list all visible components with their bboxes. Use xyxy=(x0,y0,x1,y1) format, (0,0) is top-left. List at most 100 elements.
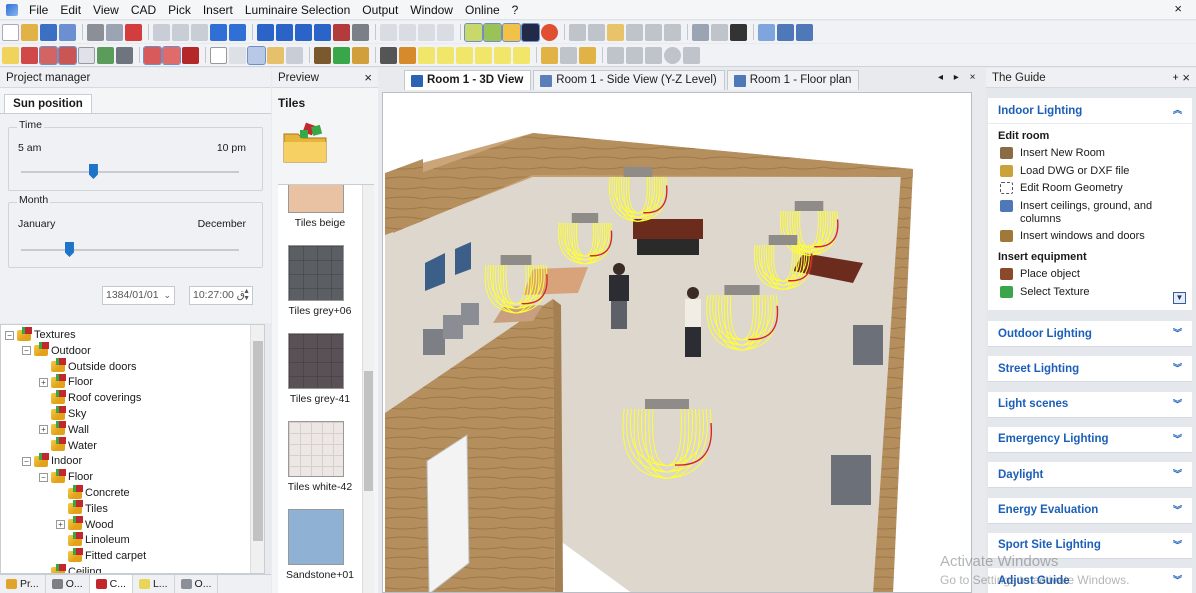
save-as-icon[interactable] xyxy=(59,23,76,41)
tab-side-view[interactable]: Room 1 - Side View (Y-Z Level) xyxy=(533,70,725,90)
expand-icon[interactable]: ︾ xyxy=(1171,574,1184,587)
tree-item[interactable]: Water xyxy=(39,437,97,454)
guide-section[interactable]: Emergency Lighting ︾ xyxy=(988,426,1192,453)
tool-icon[interactable] xyxy=(437,23,454,41)
magnet2-icon[interactable] xyxy=(162,45,181,65)
menu-pick[interactable]: Pick xyxy=(163,0,198,20)
close-icon[interactable]: × xyxy=(364,68,372,88)
link-place-object[interactable]: Place object xyxy=(1000,268,1180,281)
print-icon[interactable] xyxy=(87,23,104,41)
expand-icon[interactable]: + xyxy=(39,377,48,387)
tree-item[interactable]: Ceiling xyxy=(39,563,102,573)
object-icon[interactable] xyxy=(380,46,397,64)
tree-item[interactable]: − Textures xyxy=(5,326,76,343)
luminaire-icon[interactable] xyxy=(483,22,502,42)
texture-swatch[interactable] xyxy=(288,509,344,565)
light-3-icon[interactable] xyxy=(456,46,473,64)
magnet-icon[interactable] xyxy=(143,45,162,65)
guide-section[interactable]: Daylight ︾ xyxy=(988,462,1192,489)
tab-output[interactable]: O... xyxy=(175,575,219,593)
line-icon[interactable] xyxy=(607,46,624,64)
walk-icon[interactable] xyxy=(286,46,303,64)
light-5-icon[interactable] xyxy=(494,46,511,64)
render-icon[interactable] xyxy=(521,22,540,42)
new-file-icon[interactable] xyxy=(2,23,19,41)
room-3d-render[interactable] xyxy=(383,93,972,593)
grid-icon[interactable] xyxy=(645,23,662,41)
link-edit-room-geometry[interactable]: Edit Room Geometry xyxy=(1000,182,1180,195)
layout-icon[interactable] xyxy=(758,23,775,41)
tab-objects[interactable]: O... xyxy=(46,575,90,593)
scroll-thumb[interactable] xyxy=(253,341,263,541)
view-nav-arrows[interactable]: ◂ ▸ × xyxy=(938,72,979,83)
expand-icon[interactable]: ︾ xyxy=(1171,327,1184,340)
raytrace-icon[interactable] xyxy=(541,23,558,41)
texture-icon[interactable] xyxy=(314,46,331,64)
texture-swatch[interactable] xyxy=(288,333,344,389)
tree-item[interactable]: Roof coverings xyxy=(39,389,141,406)
snap-point-icon[interactable] xyxy=(21,46,38,64)
grid-calc3-icon[interactable] xyxy=(579,46,596,64)
close-icon[interactable]: × xyxy=(1174,1,1182,16)
room-polygon-icon[interactable] xyxy=(295,23,312,41)
expand-icon[interactable]: ︾ xyxy=(1171,362,1184,375)
tree-scrollbar[interactable] xyxy=(250,325,264,573)
menu-file[interactable]: File xyxy=(24,0,55,20)
menu-cad[interactable]: CAD xyxy=(126,0,163,20)
collapse-icon[interactable]: ︽ xyxy=(1171,104,1184,117)
menu-output[interactable]: Output xyxy=(357,0,405,20)
arc-icon[interactable] xyxy=(645,46,662,64)
tab-3d-view[interactable]: Room 1 - 3D View xyxy=(404,70,532,90)
guide-section[interactable]: Street Lighting ︾ xyxy=(988,356,1192,383)
wand-icon[interactable] xyxy=(607,23,624,41)
texture-pick-icon[interactable] xyxy=(352,46,369,64)
texture-swatch[interactable] xyxy=(288,245,344,301)
time-slider-thumb[interactable] xyxy=(88,164,98,179)
link-insert-windows-doors[interactable]: Insert windows and doors xyxy=(1000,230,1180,243)
exterior-icon[interactable] xyxy=(333,23,350,41)
tree-item[interactable]: − Outdoor xyxy=(22,342,91,359)
menu-insert[interactable]: Insert xyxy=(198,0,240,20)
link-select-texture[interactable]: Select Texture xyxy=(1000,286,1180,299)
menu-online[interactable]: Online xyxy=(460,0,507,20)
guide-section[interactable]: Energy Evaluation ︾ xyxy=(988,497,1192,524)
light-6-icon[interactable] xyxy=(513,46,530,64)
polyline-icon[interactable] xyxy=(626,46,643,64)
expand-icon[interactable]: ︾ xyxy=(1171,433,1184,446)
calculator-icon[interactable] xyxy=(692,23,709,41)
calendar-dropdown-icon[interactable]: ⌄ xyxy=(163,287,171,304)
collapse-icon[interactable]: − xyxy=(22,456,31,466)
snap-edge-icon[interactable] xyxy=(58,45,77,65)
menu-luminaire-selection[interactable]: Luminaire Selection xyxy=(240,0,357,20)
filter-icon[interactable] xyxy=(664,23,681,41)
open-folder-icon[interactable] xyxy=(21,23,38,41)
grid-calc2-icon[interactable] xyxy=(560,46,577,64)
menu-window[interactable]: Window xyxy=(405,0,460,20)
pointer-icon[interactable] xyxy=(210,46,227,64)
guide-section[interactable]: Outdoor Lighting ︾ xyxy=(988,321,1192,347)
hatch-icon[interactable] xyxy=(683,46,700,64)
snap-grid-icon[interactable] xyxy=(39,45,58,65)
zoom-icon[interactable] xyxy=(229,46,246,64)
guide-section-indoor-lighting[interactable]: Indoor Lighting ︽ xyxy=(988,98,1192,124)
dim-icon[interactable] xyxy=(588,23,605,41)
window-v-icon[interactable] xyxy=(796,23,813,41)
circle-icon[interactable] xyxy=(664,46,681,64)
expand-icon[interactable]: ︾ xyxy=(1171,468,1184,481)
link-insert-ceilings[interactable]: Insert ceilings, ground, and columns xyxy=(1000,200,1180,226)
tab-project[interactable]: Pr... xyxy=(0,575,46,593)
tree-item[interactable]: + Wall xyxy=(39,421,89,438)
redo-icon[interactable] xyxy=(229,23,246,41)
snap-box-icon[interactable] xyxy=(78,46,95,64)
tree-item[interactable]: Sky xyxy=(39,405,86,422)
close-icon[interactable]: × xyxy=(1182,68,1190,88)
snap-plus-icon[interactable] xyxy=(97,46,114,64)
collapse-icon[interactable]: − xyxy=(5,330,14,340)
window-h-icon[interactable] xyxy=(777,23,794,41)
light-1-icon[interactable] xyxy=(418,46,435,64)
apply-texture-icon[interactable] xyxy=(333,46,350,64)
undo-icon[interactable] xyxy=(210,23,227,41)
texture-swatch[interactable] xyxy=(288,185,344,213)
copy-icon[interactable] xyxy=(172,23,189,41)
cad-icon[interactable] xyxy=(352,23,369,41)
